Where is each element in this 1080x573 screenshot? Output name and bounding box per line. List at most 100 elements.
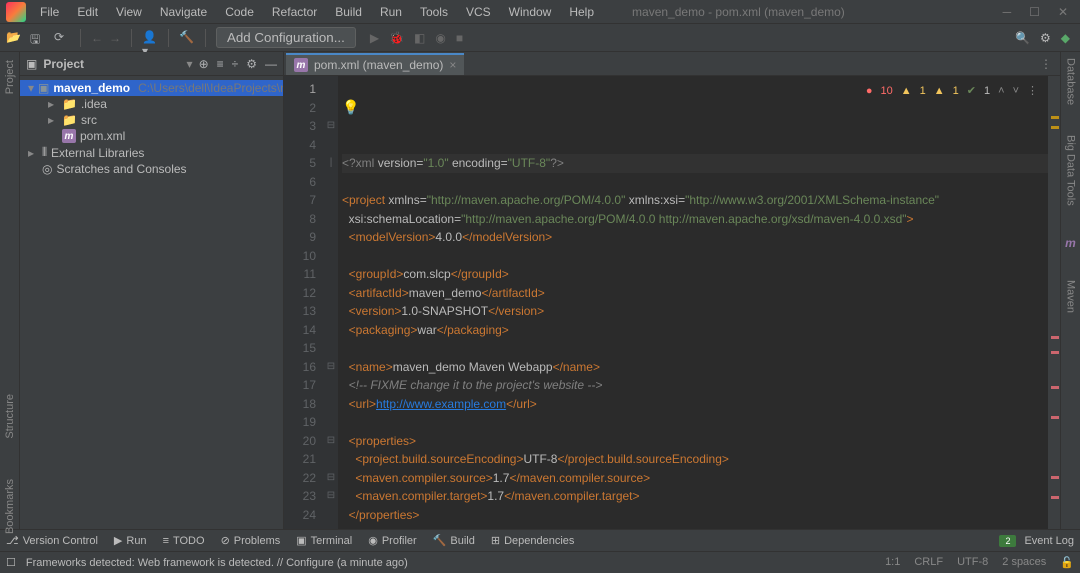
code-line[interactable] (342, 173, 1048, 192)
menu-edit[interactable]: Edit (69, 2, 106, 22)
profiler-tab[interactable]: ◉Profiler (368, 534, 416, 547)
problems-tab[interactable]: ⊘Problems (221, 534, 281, 547)
maven-tool-button[interactable]: Maven (1065, 280, 1077, 313)
todo-tab[interactable]: ≡TODO (163, 535, 205, 547)
nav-back-icon[interactable]: ← (91, 31, 103, 45)
expand-all-icon[interactable]: ≡ (217, 57, 224, 71)
code-line[interactable]: <!-- FIXME change it to the project's we… (342, 376, 1048, 395)
event-log-badge[interactable]: 2 (999, 535, 1016, 547)
menu-build[interactable]: Build (327, 2, 370, 22)
code-line[interactable] (342, 339, 1048, 358)
menu-code[interactable]: Code (217, 2, 262, 22)
project-tool-button[interactable]: Project (4, 60, 16, 94)
editor-tab-pom[interactable]: m pom.xml (maven_demo) × (286, 53, 464, 75)
bookmarks-tool-button[interactable]: Bookmarks (4, 479, 16, 534)
file-encoding[interactable]: UTF-8 (957, 556, 988, 569)
code-line[interactable]: <maven.compiler.target>1.7</maven.compil… (342, 487, 1048, 506)
settings-icon[interactable]: ⚙ (1040, 31, 1051, 45)
code-line[interactable]: <project.build.sourceEncoding>UTF-8</pro… (342, 450, 1048, 469)
menu-navigate[interactable]: Navigate (152, 2, 215, 22)
search-icon[interactable]: 🔍 (1015, 31, 1030, 45)
code-line[interactable] (342, 524, 1048, 529)
code-line[interactable]: <?xml version="1.0" encoding="UTF-8"?> (342, 154, 1048, 173)
code-line[interactable]: xsi:schemaLocation="http://maven.apache.… (342, 210, 1048, 229)
nav-forward-icon[interactable]: → (109, 31, 121, 45)
code-line[interactable] (342, 413, 1048, 432)
code-line[interactable] (342, 247, 1048, 266)
code-line[interactable]: <url>http://www.example.com</url> (342, 395, 1048, 414)
collapse-all-icon[interactable]: ÷ (232, 57, 239, 71)
open-icon[interactable]: 📂 (6, 30, 22, 46)
prev-error-icon[interactable]: ˄ (998, 82, 1004, 101)
code-line[interactable]: <version>1.0-SNAPSHOT</version> (342, 302, 1048, 321)
close-tab-icon[interactable]: × (449, 58, 456, 72)
code-line[interactable]: <name>maven_demo Maven Webapp</name> (342, 358, 1048, 377)
hide-tool-icon[interactable]: — (265, 57, 277, 71)
project-title: Project (43, 57, 180, 71)
reload-icon[interactable]: ⟳ (54, 30, 70, 46)
run-tab[interactable]: ▶Run (114, 534, 147, 547)
hammer-build-icon[interactable]: 🔨 (179, 30, 195, 46)
inspection-widget[interactable]: ●10 ▲1 ▲1 ✔1 ˄ ˅ ⋮ (862, 80, 1042, 103)
tool-settings-icon[interactable]: ⚙ (246, 57, 257, 71)
intention-bulb-icon[interactable]: 💡 (342, 98, 359, 117)
menu-refactor[interactable]: Refactor (264, 2, 325, 22)
structure-tool-button[interactable]: Structure (4, 394, 16, 439)
code-line[interactable]: <groupId>com.slcp</groupId> (342, 265, 1048, 284)
tree-file-pom[interactable]: mpom.xml (20, 128, 283, 144)
tree-folder-src[interactable]: ▸📁src (20, 112, 283, 128)
menu-tools[interactable]: Tools (412, 2, 456, 22)
readonly-icon[interactable]: 🔓 (1060, 556, 1074, 569)
status-icon[interactable]: ☐ (6, 556, 16, 569)
menu-view[interactable]: View (108, 2, 150, 22)
code-line[interactable]: <artifactId>maven_demo</artifactId> (342, 284, 1048, 303)
add-configuration-button[interactable]: Add Configuration... (216, 27, 356, 48)
code-line[interactable]: <packaging>war</packaging> (342, 321, 1048, 340)
event-log-button[interactable]: Event Log (1024, 535, 1074, 547)
code-line[interactable]: <properties> (342, 432, 1048, 451)
project-dropdown-icon[interactable]: ▾ (187, 57, 193, 71)
bigdata-tool-button[interactable]: Big Data Tools (1065, 135, 1077, 206)
dependencies-tab[interactable]: ⊞Dependencies (491, 534, 575, 547)
app-icon (6, 2, 26, 22)
window-title: maven_demo - pom.xml (maven_demo) (602, 5, 1003, 19)
code-line[interactable]: <maven.compiler.source>1.7</maven.compil… (342, 469, 1048, 488)
stop-icon[interactable]: ■ (456, 31, 463, 45)
menu-file[interactable]: File (32, 2, 67, 22)
maven-file-icon: m (62, 129, 76, 143)
build-tab[interactable]: 🔨Build (433, 534, 475, 547)
tree-folder-idea[interactable]: ▸📁.idea (20, 96, 283, 112)
next-error-icon[interactable]: ˅ (1013, 82, 1019, 101)
code-line[interactable]: </properties> (342, 506, 1048, 525)
menu-run[interactable]: Run (372, 2, 410, 22)
tree-root[interactable]: ▾▣ maven_demo C:\Users\dell\IdeaProjects… (20, 80, 283, 96)
error-stripe[interactable] (1048, 76, 1060, 529)
menu-vcs[interactable]: VCS (458, 2, 499, 22)
tab-options-icon[interactable]: ⋮ (1032, 53, 1060, 75)
status-message[interactable]: Frameworks detected: Web framework is de… (26, 557, 408, 569)
terminal-tab[interactable]: ▣Terminal (296, 534, 352, 547)
line-separator[interactable]: CRLF (914, 556, 943, 569)
database-tool-button[interactable]: Database (1065, 58, 1077, 105)
caret-position[interactable]: 1:1 (885, 556, 900, 569)
tree-external-libraries[interactable]: ▸⫴External Libraries (20, 144, 283, 161)
inspection-menu-icon[interactable]: ⋮ (1027, 82, 1038, 101)
coverage-icon[interactable]: ◧ (414, 31, 425, 45)
indent-setting[interactable]: 2 spaces (1002, 556, 1046, 569)
profile-icon[interactable]: ◉ (435, 31, 445, 45)
run-icon[interactable]: ▶ (370, 31, 379, 45)
user-icon[interactable]: 👤▾ (142, 30, 158, 46)
maximize-button[interactable]: ☐ (1029, 5, 1040, 19)
minimize-button[interactable]: ─ (1003, 5, 1012, 19)
debug-icon[interactable]: 🐞 (389, 31, 404, 45)
ide-features-icon[interactable]: ◆ (1061, 31, 1070, 45)
code-line[interactable]: <project xmlns="http://maven.apache.org/… (342, 191, 1048, 210)
menu-help[interactable]: Help (561, 2, 602, 22)
code-line[interactable]: <modelVersion>4.0.0</modelVersion> (342, 228, 1048, 247)
select-opened-icon[interactable]: ⊕ (199, 57, 209, 71)
close-button[interactable]: ✕ (1058, 5, 1068, 19)
menu-window[interactable]: Window (501, 2, 560, 22)
tree-scratches[interactable]: ◎Scratches and Consoles (20, 161, 283, 177)
vcs-tab[interactable]: ⎇Version Control (6, 534, 98, 547)
save-all-icon[interactable]: 🖫 (30, 30, 46, 46)
